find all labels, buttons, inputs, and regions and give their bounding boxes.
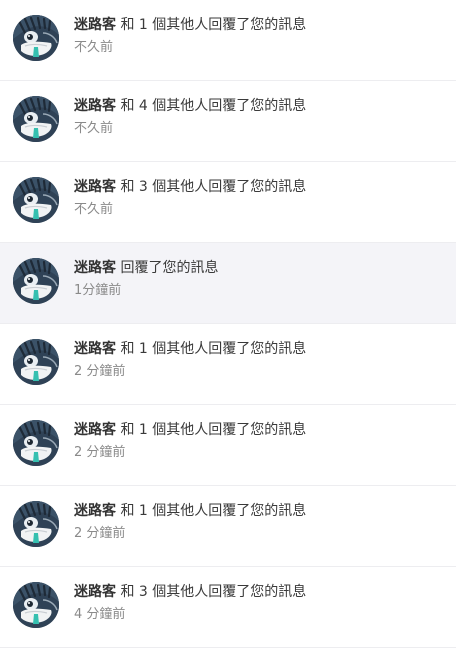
user-name[interactable]: 迷路客	[74, 179, 116, 195]
notification-list: 迷路客 和 1 個其他人回覆了您的訊息 不久前 迷路客 和 4 個其他人回覆了您…	[0, 0, 456, 648]
notification-time: 不久前	[74, 202, 114, 217]
notification-message: 和 4 個其他人回覆了您的訊息	[116, 98, 307, 114]
user-avatar-icon[interactable]	[13, 15, 59, 61]
user-avatar-icon[interactable]	[13, 258, 59, 304]
user-avatar-icon[interactable]	[13, 96, 59, 142]
notification-time: 不久前	[74, 121, 114, 136]
notification-item[interactable]: 迷路客 和 1 個其他人回覆了您的訊息 2 分鐘前	[0, 486, 456, 567]
notification-message-line: 迷路客 和 3 個其他人回覆了您的訊息	[74, 178, 446, 196]
notification-message: 和 3 個其他人回覆了您的訊息	[116, 179, 307, 195]
notification-item[interactable]: 迷路客 和 4 個其他人回覆了您的訊息 不久前	[0, 81, 456, 162]
notification-item[interactable]: 迷路客 和 1 個其他人回覆了您的訊息 2 分鐘前	[0, 405, 456, 486]
notification-message-line: 迷路客 和 1 個其他人回覆了您的訊息	[74, 421, 446, 439]
notification-message-line: 迷路客 回覆了您的訊息	[74, 259, 446, 277]
notification-time: 不久前	[74, 40, 114, 55]
notification-message-line: 迷路客 和 1 個其他人回覆了您的訊息	[74, 16, 446, 34]
user-name[interactable]: 迷路客	[74, 422, 116, 438]
user-avatar-icon[interactable]	[13, 501, 59, 547]
notification-message-line: 迷路客 和 1 個其他人回覆了您的訊息	[74, 340, 446, 358]
notification-time: 1分鐘前	[74, 283, 122, 298]
notification-item[interactable]: 迷路客 和 3 個其他人回覆了您的訊息 4 分鐘前	[0, 567, 456, 648]
notification-text: 迷路客 和 1 個其他人回覆了您的訊息 2 分鐘前	[74, 502, 446, 542]
notification-message: 回覆了您的訊息	[116, 260, 219, 276]
user-name[interactable]: 迷路客	[74, 260, 116, 276]
notification-message-line: 迷路客 和 3 個其他人回覆了您的訊息	[74, 583, 446, 601]
notification-item[interactable]: 迷路客 和 3 個其他人回覆了您的訊息 不久前	[0, 162, 456, 243]
user-avatar-icon[interactable]	[13, 339, 59, 385]
notification-time: 2 分鐘前	[74, 445, 126, 460]
notification-item[interactable]: 迷路客 和 1 個其他人回覆了您的訊息 不久前	[0, 0, 456, 81]
user-name[interactable]: 迷路客	[74, 98, 116, 114]
notification-time: 4 分鐘前	[74, 607, 126, 622]
user-avatar-icon[interactable]	[13, 177, 59, 223]
notification-text: 迷路客 和 4 個其他人回覆了您的訊息 不久前	[74, 97, 446, 137]
notification-text: 迷路客 和 3 個其他人回覆了您的訊息 4 分鐘前	[74, 583, 446, 623]
notification-time: 2 分鐘前	[74, 526, 126, 541]
notification-text: 迷路客 和 1 個其他人回覆了您的訊息 2 分鐘前	[74, 340, 446, 380]
notification-message: 和 1 個其他人回覆了您的訊息	[116, 341, 307, 357]
notification-message: 和 1 個其他人回覆了您的訊息	[116, 17, 307, 33]
notification-text: 迷路客 回覆了您的訊息 1分鐘前	[74, 259, 446, 299]
notification-item[interactable]: 迷路客 和 1 個其他人回覆了您的訊息 2 分鐘前	[0, 324, 456, 405]
notification-message: 和 3 個其他人回覆了您的訊息	[116, 584, 307, 600]
notification-item[interactable]: 迷路客 回覆了您的訊息 1分鐘前	[0, 243, 456, 324]
notification-text: 迷路客 和 1 個其他人回覆了您的訊息 2 分鐘前	[74, 421, 446, 461]
user-avatar-icon[interactable]	[13, 582, 59, 628]
notification-text: 迷路客 和 3 個其他人回覆了您的訊息 不久前	[74, 178, 446, 218]
notification-time: 2 分鐘前	[74, 364, 126, 379]
notification-message: 和 1 個其他人回覆了您的訊息	[116, 503, 307, 519]
user-name[interactable]: 迷路客	[74, 584, 116, 600]
user-avatar-icon[interactable]	[13, 420, 59, 466]
notification-message: 和 1 個其他人回覆了您的訊息	[116, 422, 307, 438]
notification-text: 迷路客 和 1 個其他人回覆了您的訊息 不久前	[74, 16, 446, 56]
user-name[interactable]: 迷路客	[74, 341, 116, 357]
notification-message-line: 迷路客 和 4 個其他人回覆了您的訊息	[74, 97, 446, 115]
user-name[interactable]: 迷路客	[74, 17, 116, 33]
user-name[interactable]: 迷路客	[74, 503, 116, 519]
notification-message-line: 迷路客 和 1 個其他人回覆了您的訊息	[74, 502, 446, 520]
